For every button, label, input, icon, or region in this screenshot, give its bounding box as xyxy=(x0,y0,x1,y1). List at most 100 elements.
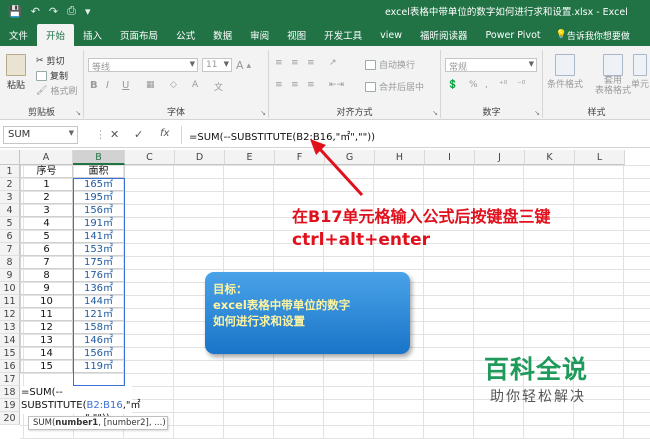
row-header[interactable]: 5 xyxy=(0,217,20,230)
customize-qat-icon[interactable]: ▾ xyxy=(85,5,91,18)
column-header[interactable]: H xyxy=(375,150,425,165)
orientation-icon[interactable]: ↗ xyxy=(329,58,337,68)
tab-0[interactable]: 文件 xyxy=(0,24,37,46)
column-header[interactable]: D xyxy=(175,150,225,165)
align-center-icon[interactable]: ≡ xyxy=(291,80,299,90)
row-header[interactable]: 9 xyxy=(0,269,20,282)
row-header[interactable]: 6 xyxy=(0,230,20,243)
row-header[interactable]: 8 xyxy=(0,256,20,269)
align-middle-icon[interactable]: ≡ xyxy=(291,58,299,68)
row-header[interactable]: 18 xyxy=(0,386,20,399)
area-cell[interactable]: 144㎡ xyxy=(73,295,125,308)
row-header[interactable]: 12 xyxy=(0,308,20,321)
percent-button[interactable]: % xyxy=(469,80,478,90)
align-top-icon[interactable]: ≡ xyxy=(275,58,283,68)
area-cell[interactable]: 156㎡ xyxy=(73,204,125,217)
column-header[interactable]: K xyxy=(525,150,575,165)
serial-cell[interactable]: 13 xyxy=(20,334,73,347)
serial-cell[interactable]: 6 xyxy=(20,243,73,256)
function-tooltip[interactable]: SUM(number1, [number2], ...) xyxy=(28,416,168,430)
borders-icon[interactable]: ▦ xyxy=(146,80,155,90)
decimal-icon[interactable]: ⁻⁰ xyxy=(517,80,525,90)
serial-cell[interactable]: 15 xyxy=(20,360,73,373)
column-header[interactable]: E xyxy=(225,150,275,165)
align-left-icon[interactable]: ≡ xyxy=(275,80,283,90)
decimal-icon[interactable]: ⁺⁰ xyxy=(499,80,507,90)
merge-center-button[interactable]: 合并后居中 xyxy=(365,80,424,93)
print-preview-icon[interactable]: ⎙ xyxy=(67,4,76,18)
row-header[interactable]: 11 xyxy=(0,295,20,308)
tab-7[interactable]: 视图 xyxy=(278,24,315,46)
fill-color-icon[interactable]: ◇ xyxy=(170,80,177,90)
serial-cell[interactable]: 9 xyxy=(20,282,73,295)
serial-cell[interactable]: 10 xyxy=(20,295,73,308)
dialog-launcher-icon[interactable]: ↘ xyxy=(260,109,266,117)
phonetic-icon[interactable]: 文 xyxy=(214,80,223,93)
row-header[interactable]: 17 xyxy=(0,373,20,386)
indent-icon[interactable]: ⇤⇥ xyxy=(329,80,344,90)
align-right-icon[interactable]: ≡ xyxy=(307,80,315,90)
tab-5[interactable]: 数据 xyxy=(204,24,241,46)
row-header[interactable]: 10 xyxy=(0,282,20,295)
formula-input[interactable]: =SUM(--SUBSTITUTE(B2:B16,"㎡","")) xyxy=(186,126,648,144)
font-size-select[interactable]: 11 ▼ xyxy=(202,58,232,72)
area-cell[interactable]: 191㎡ xyxy=(73,217,125,230)
tell-me-search[interactable]: 💡 告诉我你想要做 xyxy=(556,24,630,46)
row-header[interactable]: 1 xyxy=(0,165,20,178)
tab-2[interactable]: 插入 xyxy=(74,24,111,46)
serial-cell[interactable]: 12 xyxy=(20,321,73,334)
tab-6[interactable]: 审阅 xyxy=(241,24,278,46)
currency-icon[interactable]: 💲 xyxy=(447,80,458,90)
comma-button[interactable]: , xyxy=(485,80,488,90)
area-cell[interactable]: 165㎡ xyxy=(73,178,125,191)
table-format-button[interactable]: 套用 表格格式 xyxy=(595,54,631,96)
font-grow-icon[interactable]: A ▴ xyxy=(236,59,251,72)
tab-9[interactable]: view xyxy=(371,24,411,46)
tab-3[interactable]: 页面布局 xyxy=(111,24,167,46)
bold-button[interactable]: B xyxy=(90,80,98,91)
underline-button[interactable]: U xyxy=(122,80,129,91)
conditional-format-button[interactable]: 条件格式 xyxy=(547,54,583,90)
area-cell[interactable]: 141㎡ xyxy=(73,230,125,243)
serial-cell[interactable]: 2 xyxy=(20,191,73,204)
row-header[interactable]: 20 xyxy=(0,412,20,425)
area-cell[interactable]: 176㎡ xyxy=(73,269,125,282)
number-format-select[interactable]: 常规 ▼ xyxy=(445,58,537,73)
column-header[interactable]: B xyxy=(73,150,125,165)
tab-10[interactable]: 福昕阅读器 xyxy=(411,24,477,46)
column-header[interactable]: J xyxy=(475,150,525,165)
area-cell[interactable]: 153㎡ xyxy=(73,243,125,256)
area-cell[interactable]: 158㎡ xyxy=(73,321,125,334)
select-all-corner[interactable] xyxy=(0,150,20,165)
tab-8[interactable]: 开发工具 xyxy=(315,24,371,46)
tab-11[interactable]: Power Pivot xyxy=(477,24,550,46)
area-cell[interactable]: 156㎡ xyxy=(73,347,125,360)
serial-cell[interactable]: 5 xyxy=(20,230,73,243)
dialog-launcher-icon[interactable]: ↘ xyxy=(75,109,81,117)
serial-cell[interactable]: 11 xyxy=(20,308,73,321)
row-header[interactable]: 19 xyxy=(0,399,20,412)
paste-button[interactable]: 粘贴 xyxy=(6,54,26,91)
column-header[interactable]: I xyxy=(425,150,475,165)
dialog-launcher-icon[interactable]: ↘ xyxy=(534,109,540,117)
serial-cell[interactable]: 14 xyxy=(20,347,73,360)
row-header[interactable]: 15 xyxy=(0,347,20,360)
row-header[interactable]: 16 xyxy=(0,360,20,373)
save-icon[interactable]: 💾 xyxy=(8,5,22,18)
column-header[interactable]: L xyxy=(575,150,625,165)
cancel-icon[interactable]: ✕ xyxy=(110,128,119,141)
area-cell[interactable]: 136㎡ xyxy=(73,282,125,295)
tab-1[interactable]: 开始 xyxy=(37,24,75,46)
dialog-launcher-icon[interactable]: ↘ xyxy=(432,109,438,117)
font-color-icon[interactable]: A xyxy=(192,80,198,90)
tab-4[interactable]: 公式 xyxy=(167,24,204,46)
column-header[interactable]: A xyxy=(20,150,73,165)
row-header[interactable]: 7 xyxy=(0,243,20,256)
serial-cell[interactable]: 7 xyxy=(20,256,73,269)
area-cell[interactable]: 195㎡ xyxy=(73,191,125,204)
cell-editor-b17[interactable]: =SUM(--SUBSTITUTE(B2:B16,"㎡","")) xyxy=(20,386,140,424)
row-header[interactable]: 14 xyxy=(0,334,20,347)
font-name-select[interactable]: 等线 ▼ xyxy=(88,58,198,73)
table-header-cell[interactable]: 序号 xyxy=(20,165,73,178)
insert-function-icon[interactable]: fx xyxy=(160,128,169,139)
